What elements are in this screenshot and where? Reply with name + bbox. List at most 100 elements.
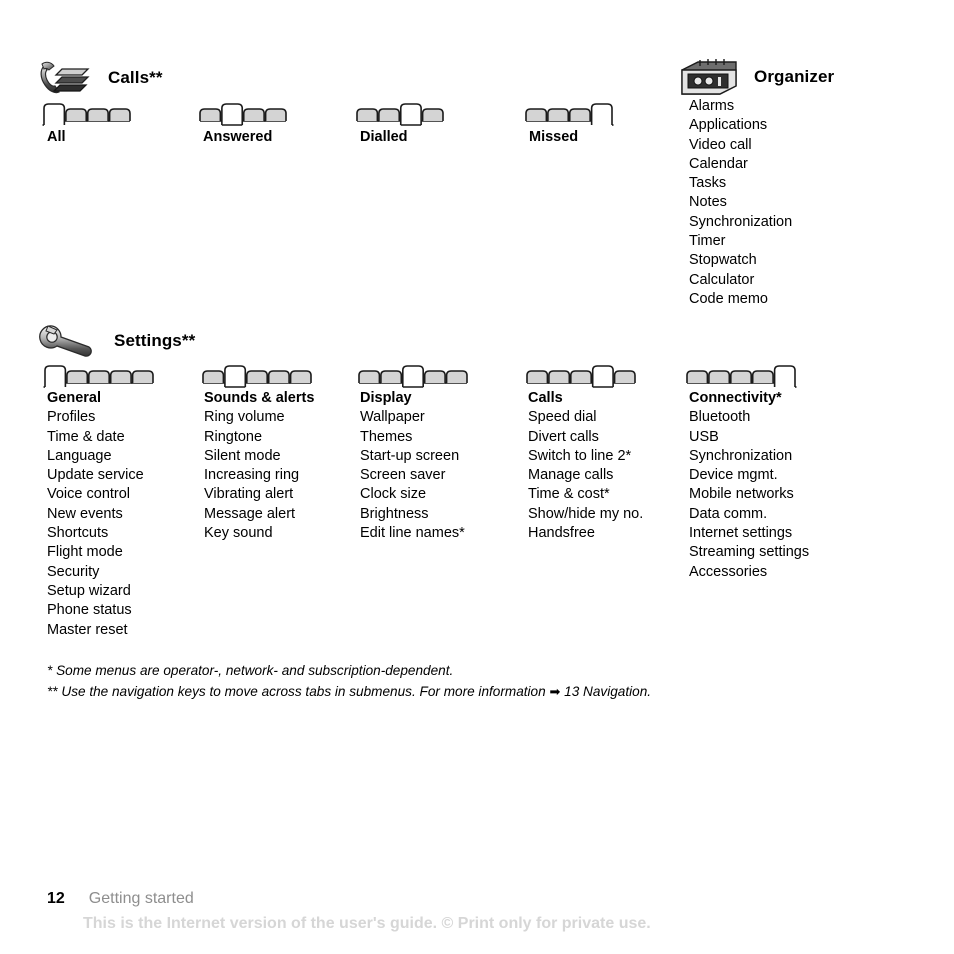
tab-selected[interactable] — [221, 103, 244, 125]
menu-item: Vibrating alert — [204, 486, 294, 503]
calls-section-title: Calls** — [108, 68, 163, 87]
tab-unselected[interactable] — [356, 108, 379, 121]
wrench-settings-icon — [38, 320, 100, 362]
settings-tabgroup-connectivity — [685, 363, 799, 388]
tab-selected[interactable] — [590, 103, 613, 125]
tab-unselected[interactable] — [289, 370, 312, 383]
tab-unselected[interactable] — [445, 370, 468, 383]
menu-item: Security — [47, 563, 100, 580]
tab-selected[interactable] — [399, 103, 422, 125]
tab-selected[interactable] — [773, 365, 796, 387]
calls-tablabel-answered-wrap: Answered — [203, 128, 272, 147]
menu-item: Screen saver — [360, 467, 446, 484]
settings-menu-list: Ring volume Ringtone Silent mode Increasing… — [204, 408, 314, 543]
menu-item: Accessories — [689, 563, 768, 580]
tab-unselected[interactable] — [568, 108, 591, 121]
menu-item: Wallpaper — [360, 409, 425, 426]
menu-item: Start-up screen — [360, 447, 460, 464]
menu-item: Master reset — [47, 621, 128, 638]
menu-item: Internet settings — [689, 525, 793, 542]
menu-item: Ringtone — [204, 428, 263, 445]
menu-item: Code memo — [689, 290, 768, 307]
settings-column-heading: Display — [360, 390, 412, 406]
menu-item: Stopwatch — [689, 252, 757, 269]
tab-selected[interactable] — [44, 365, 67, 387]
tab-unselected[interactable] — [547, 108, 570, 121]
menu-item: Show/hide my no. — [528, 505, 644, 522]
tab-unselected[interactable] — [525, 108, 548, 121]
menu-item: Voice control — [47, 486, 131, 503]
settings-column-heading: Connectivity* — [689, 390, 782, 406]
organizer-section-title: Organizer — [754, 67, 835, 86]
settings-tabgroup-calls — [525, 363, 639, 388]
tab-unselected[interactable] — [66, 370, 89, 383]
calls-tablabel-missed: Missed — [529, 129, 579, 145]
organizer-menu-list: Alarms Applications Video call Calendar Task… — [689, 97, 792, 309]
menu-item: Handsfree — [528, 525, 595, 542]
tab-unselected[interactable] — [380, 370, 403, 383]
menu-item: Tasks — [689, 175, 727, 192]
footer-section-name: Getting started — [88, 890, 194, 907]
menu-item: Device mgmt. — [689, 467, 778, 484]
tab-unselected[interactable] — [88, 370, 110, 383]
tab-unselected[interactable] — [65, 108, 88, 121]
menu-item: Timer — [689, 233, 726, 250]
menu-item: Themes — [360, 428, 413, 445]
tab-selected[interactable] — [43, 103, 66, 125]
tab-unselected[interactable] — [199, 108, 222, 121]
tab-unselected[interactable] — [242, 108, 265, 121]
tab-unselected[interactable] — [202, 370, 225, 383]
menu-item: Setup wizard — [47, 582, 131, 599]
organizer-section-header: Organizer — [678, 56, 834, 98]
menu-item: Calendar — [689, 155, 748, 172]
menu-item: Shortcuts — [47, 525, 109, 542]
settings-column-sounds-alerts: Sounds & alerts Ring volume Ringtone Silen… — [204, 389, 314, 543]
tab-unselected[interactable] — [751, 370, 774, 383]
tab-unselected[interactable] — [264, 108, 287, 121]
calls-section-header: Calls** — [36, 58, 163, 98]
tab-unselected[interactable] — [109, 370, 132, 383]
tab-selected[interactable] — [402, 365, 424, 387]
tab-unselected[interactable] — [708, 370, 731, 383]
menu-item: Time & date — [47, 428, 125, 445]
menu-item: Calculator — [689, 271, 755, 288]
menu-item: Edit line names* — [360, 525, 465, 542]
settings-section-title: Settings** — [114, 331, 196, 350]
calls-tabgroup-missed — [524, 101, 616, 126]
menu-item: Flight mode — [47, 544, 123, 561]
menu-item: Applications — [689, 117, 768, 134]
menu-item: Ring volume — [204, 409, 285, 426]
tab-unselected[interactable] — [686, 370, 709, 383]
settings-tabgroup-sounds — [201, 363, 315, 388]
tab-unselected[interactable] — [86, 108, 109, 121]
menu-item: Update service — [47, 467, 144, 484]
menu-item: New events — [47, 505, 123, 522]
calls-tablabel-all: All — [47, 129, 66, 145]
organizer-notepad-icon — [678, 56, 740, 98]
tab-unselected[interactable] — [526, 370, 549, 383]
tab-unselected[interactable] — [358, 370, 381, 383]
tab-unselected[interactable] — [548, 370, 571, 383]
tab-unselected[interactable] — [378, 108, 401, 121]
menu-item: Message alert — [204, 505, 296, 522]
tab-selected[interactable] — [224, 365, 247, 387]
tab-unselected[interactable] — [246, 370, 268, 383]
settings-column-display: Display Wallpaper Themes Start-up screen Sc… — [360, 389, 465, 543]
tab-unselected[interactable] — [570, 370, 592, 383]
tab-unselected[interactable] — [613, 370, 636, 383]
calls-tabgroup-dialled — [355, 101, 447, 126]
footnote-single-asterisk: * Some menus are operator-, network- and… — [47, 663, 454, 678]
tab-unselected[interactable] — [730, 370, 752, 383]
tab-unselected[interactable] — [108, 108, 131, 121]
page-number: 12 — [47, 890, 65, 907]
tab-unselected[interactable] — [421, 108, 444, 121]
tab-unselected[interactable] — [267, 370, 290, 383]
organizer-menu-list-wrap: Alarms Applications Video call Calendar Task… — [689, 97, 792, 309]
footnote-double-asterisk: ** Use the navigation keys to move acros… — [47, 683, 652, 699]
footnotes: * Some menus are operator-, network- and… — [47, 661, 651, 702]
tab-unselected[interactable] — [131, 370, 154, 383]
menu-item: Mobile networks — [689, 486, 794, 503]
tab-unselected[interactable] — [423, 370, 446, 383]
internet-version-watermark: This is the Internet version of the user… — [83, 915, 651, 932]
tab-selected[interactable] — [591, 365, 614, 387]
